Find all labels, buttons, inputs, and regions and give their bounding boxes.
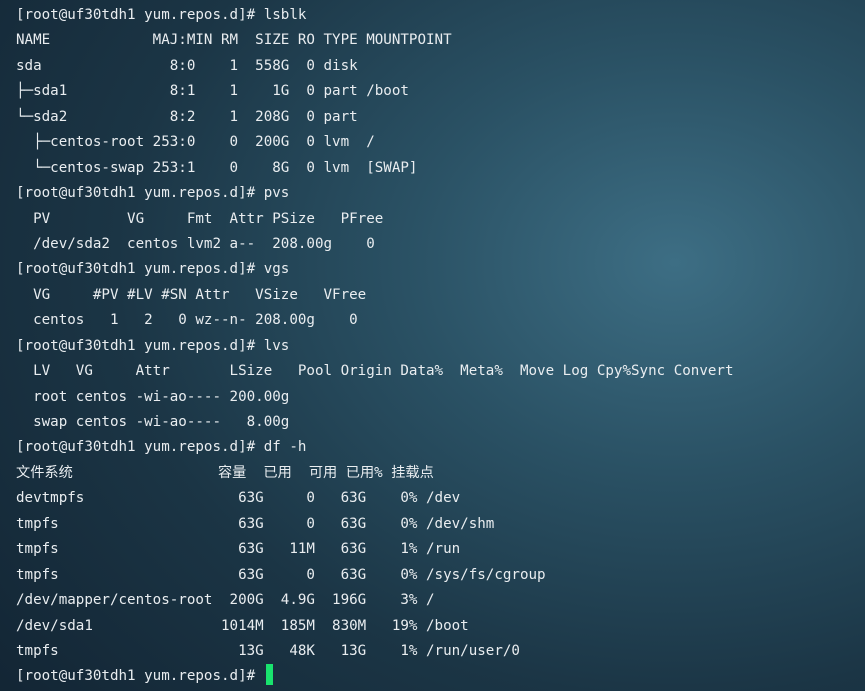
- terminal-line: [root@uf30tdh1 yum.repos.d]# df -h: [16, 439, 307, 456]
- terminal-line: sda 8:0 1 558G 0 disk: [16, 57, 358, 74]
- terminal-line: swap centos -wi-ao---- 8.00g: [16, 414, 290, 430]
- prompt-text: [root@uf30tdh1 yum.repos.d]#: [16, 668, 264, 685]
- terminal-output: [root@uf30tdh1 yum.repos.d]# lsblk NAME …: [16, 3, 865, 664]
- terminal-line: tmpfs 63G 0 63G 0% /dev/shm: [16, 515, 495, 532]
- terminal-line: tmpfs 13G 48K 13G 1% /run/user/0: [16, 642, 520, 659]
- terminal-line: └─centos-swap 253:1 0 8G 0 lvm [SWAP]: [16, 159, 418, 176]
- terminal-line: [root@uf30tdh1 yum.repos.d]# lvs: [16, 337, 290, 354]
- terminal-line: /dev/mapper/centos-root 200G 4.9G 196G 3…: [16, 592, 435, 609]
- terminal-line: PV VG Fmt Attr PSize PFree: [16, 210, 384, 227]
- terminal-line: tmpfs 63G 0 63G 0% /sys/fs/cgroup: [16, 566, 546, 583]
- terminal-line: [root@uf30tdh1 yum.repos.d]# pvs: [16, 185, 290, 202]
- terminal-line: └─sda2 8:2 1 208G 0 part: [16, 108, 358, 125]
- terminal-line: /dev/sda2 centos lvm2 a-- 208.00g 0: [16, 235, 375, 252]
- terminal-line: [root@uf30tdh1 yum.repos.d]# lsblk: [16, 7, 307, 23]
- terminal-line: tmpfs 63G 11M 63G 1% /run: [16, 541, 461, 558]
- terminal-line: ├─sda1 8:1 1 1G 0 part /boot: [16, 83, 409, 100]
- text-cursor: [265, 664, 273, 686]
- terminal-line: [root@uf30tdh1 yum.repos.d]# vgs: [16, 261, 290, 278]
- terminal-line: devtmpfs 63G 0 63G 0% /dev: [16, 490, 461, 507]
- terminal-line: ├─centos-root 253:0 0 200G 0 lvm /: [16, 134, 375, 151]
- terminal-line: centos 1 2 0 wz--n- 208.00g 0: [16, 312, 358, 329]
- terminal-line: VG #PV #LV #SN Attr VSize VFree: [16, 286, 367, 303]
- terminal-line: root centos -wi-ao---- 200.00g: [16, 388, 290, 405]
- terminal-line: NAME MAJ:MIN RM SIZE RO TYPE MOUNTPOINT: [16, 32, 452, 49]
- command-prompt-line[interactable]: [root@uf30tdh1 yum.repos.d]#: [16, 664, 865, 689]
- terminal-line: LV VG Attr LSize Pool Origin Data% Meta%…: [16, 363, 734, 380]
- terminal-line: /dev/sda1 1014M 185M 830M 19% /boot: [16, 617, 469, 634]
- terminal-window[interactable]: [root@uf30tdh1 yum.repos.d]# lsblk NAME …: [0, 0, 865, 691]
- terminal-line: 文件系统 容量 已用 可用 已用% 挂载点: [16, 464, 434, 481]
